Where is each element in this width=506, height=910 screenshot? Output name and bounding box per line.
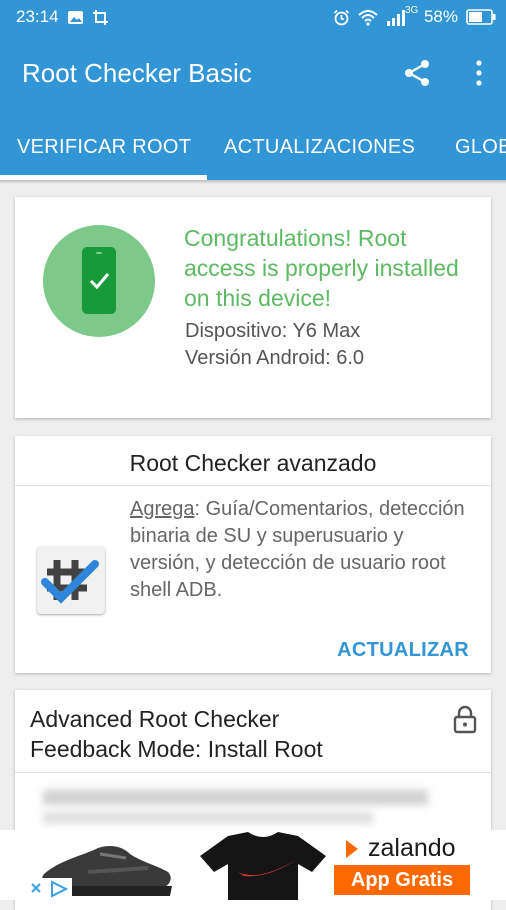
- feedback-card-title: Advanced Root Checker Feedback Mode: Ins…: [30, 704, 430, 764]
- adds-label: Agrega: [130, 498, 195, 520]
- tab-actualizaciones[interactable]: ACTUALIZACIONES: [224, 136, 415, 159]
- advanced-card-title: Root Checker avanzado: [129, 450, 377, 476]
- phone-check-icon: [82, 247, 116, 314]
- status-time: 23:14: [16, 7, 59, 26]
- tab-bar: VERIFICAR ROOT ACTUALIZACIONES GLOB: [0, 114, 506, 180]
- device-info: Dispositivo: Y6 Max Versión Android: 6.0: [185, 318, 364, 372]
- tab-glob[interactable]: GLOB: [455, 136, 506, 159]
- gallery-notification-icon: [67, 10, 83, 24]
- root-status-badge: [43, 225, 155, 337]
- battery-percent: 58%: [423, 7, 458, 26]
- root-status-card: Congratulations! Root access is properly…: [15, 197, 491, 418]
- feedback-title-line2: Feedback Mode: Install Root: [30, 736, 323, 762]
- screenshot-notification-icon: [92, 9, 108, 25]
- alarm-icon: [333, 9, 350, 25]
- wifi-icon: [358, 9, 378, 26]
- app-bar: Root Checker Basic: [0, 34, 506, 114]
- advanced-card-description: Agrega: Guía/Comentarios, detección bina…: [130, 496, 470, 604]
- ad-banner[interactable]: zalando App Gratis: [0, 830, 506, 900]
- status-bar: 23:14 3G 58%: [0, 0, 506, 34]
- advanced-upgrade-card: Root Checker avanzado Agrega: Guía/Comen…: [15, 436, 491, 673]
- upgrade-button[interactable]: ACTUALIZAR: [337, 639, 469, 662]
- ad-choices[interactable]: [26, 878, 72, 900]
- android-version-line: Versión Android: 6.0: [185, 347, 365, 369]
- root-checker-app-icon: [37, 546, 105, 614]
- tab-verificar-root[interactable]: VERIFICAR ROOT: [17, 136, 191, 159]
- zalando-logo: zalando: [342, 834, 456, 863]
- more-vert-icon[interactable]: [472, 58, 486, 88]
- root-success-message: Congratulations! Root access is properly…: [184, 225, 459, 311]
- tshirt-image: [200, 832, 326, 900]
- blurred-text: [43, 812, 373, 824]
- lock-icon[interactable]: [453, 704, 477, 734]
- ad-brand: zalando: [368, 834, 456, 862]
- feedback-title-line1: Advanced Root Checker: [30, 706, 280, 732]
- battery-icon: [466, 9, 496, 25]
- signal-icon: [386, 9, 405, 26]
- device-line: Dispositivo: Y6 Max: [185, 320, 361, 342]
- app-title: Root Checker Basic: [22, 58, 252, 88]
- ad-cta-button[interactable]: App Gratis: [334, 865, 470, 895]
- share-icon[interactable]: [402, 58, 432, 88]
- blurred-text: [43, 790, 428, 805]
- zalando-logo-icon: [346, 839, 358, 858]
- network-type-label: 3G: [404, 4, 419, 16]
